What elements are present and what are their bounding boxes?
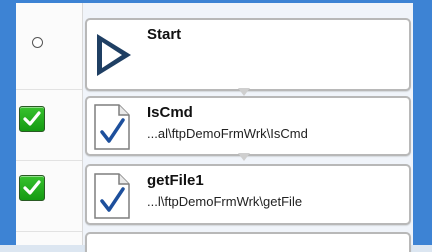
start-radio-indicator[interactable] <box>32 37 43 48</box>
checkmark-icon <box>23 180 41 195</box>
step-title: Start <box>147 26 182 43</box>
play-icon <box>97 34 131 76</box>
step-iscmd[interactable]: IsCmd ...al\ftpDemoFrmWrk\IsCmd <box>85 96 411 156</box>
step-title: getFile1 <box>147 172 204 189</box>
connector-arrow <box>238 153 250 161</box>
gutter-row-start <box>16 3 82 90</box>
step-start[interactable]: Start <box>85 18 411 91</box>
step-title: IsCmd <box>147 104 193 121</box>
iscmd-enabled-checkbox[interactable] <box>19 106 45 132</box>
step-path: ...l\ftpDemoFrmWrk\getFile <box>147 194 303 209</box>
checkmark-icon <box>23 111 41 126</box>
step-path: ...al\ftpDemoFrmWrk\IsCmd <box>147 126 308 141</box>
window-frame-right <box>413 0 432 245</box>
window-frame-left <box>0 0 16 245</box>
connector-arrow <box>238 88 250 96</box>
step-next-partial[interactable] <box>85 232 411 252</box>
step-getfile1[interactable]: getFile1 ...l\ftpDemoFrmWrk\getFile <box>85 164 411 225</box>
getfile1-enabled-checkbox[interactable] <box>19 175 45 201</box>
document-check-icon <box>94 104 130 150</box>
document-check-icon <box>94 173 130 219</box>
